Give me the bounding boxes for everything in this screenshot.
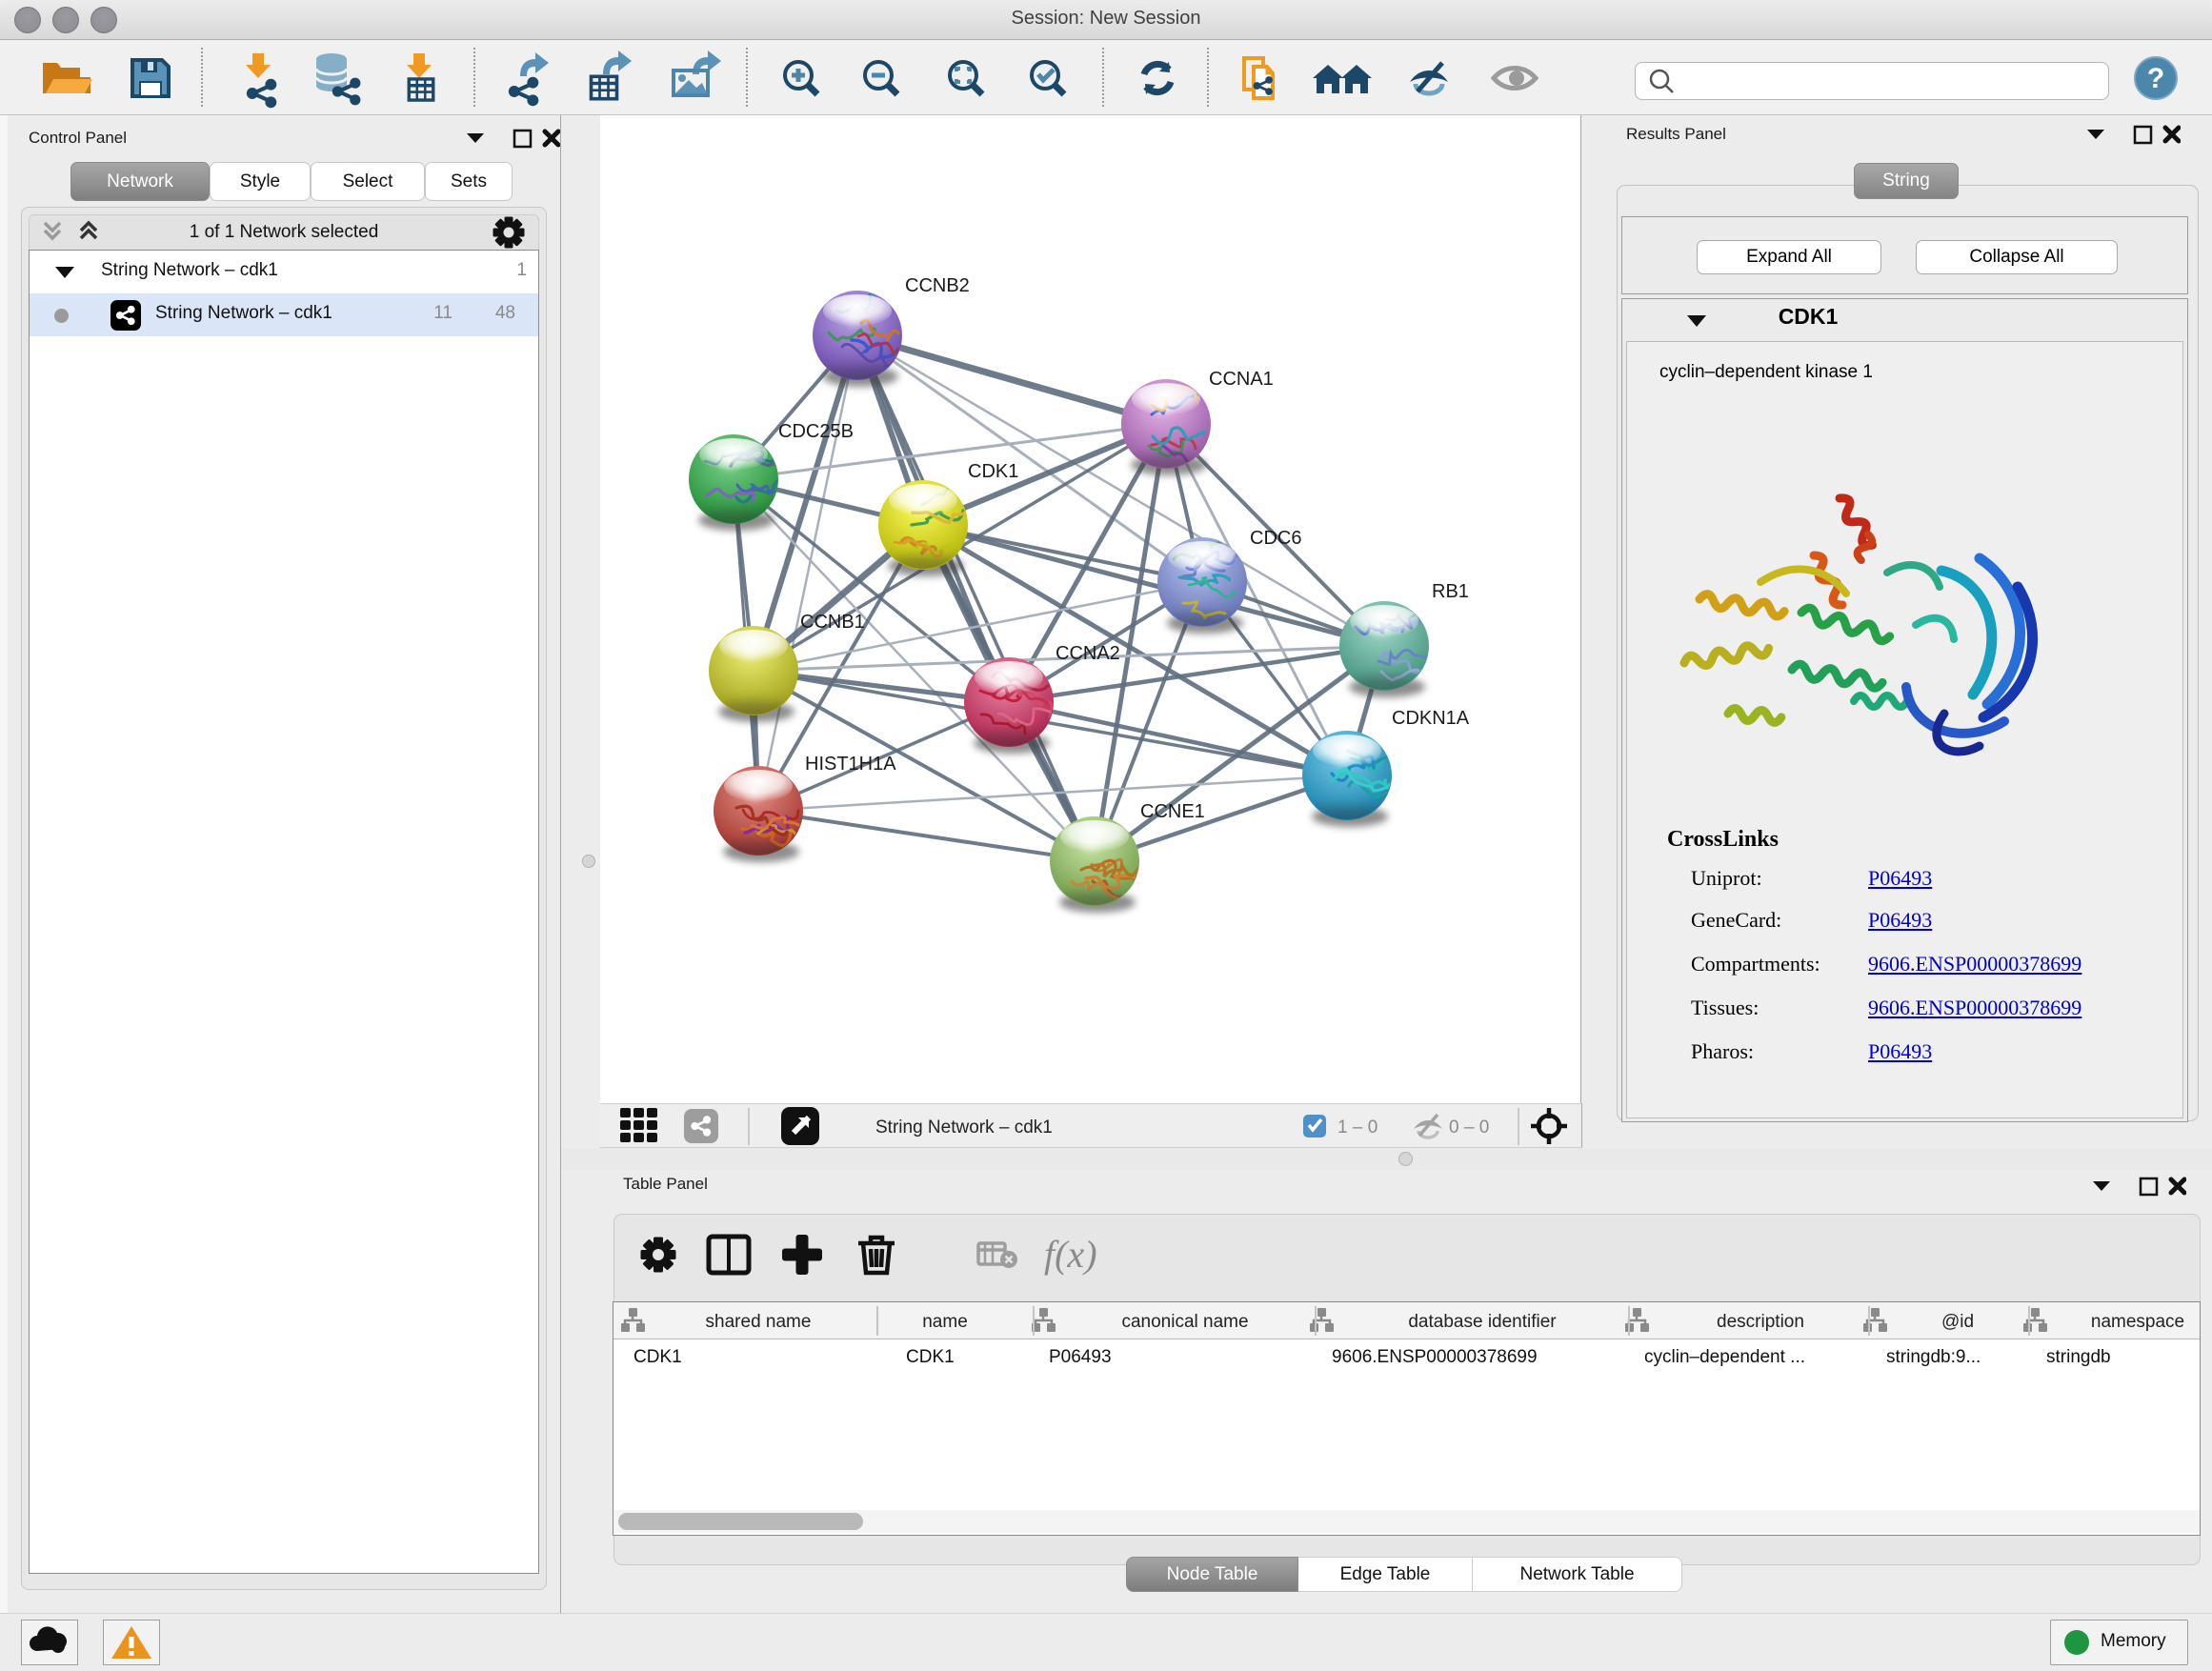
svg-text:CCNB2: CCNB2 (905, 275, 970, 296)
svg-text:name: name (922, 1312, 968, 1332)
svg-text:CDK1: CDK1 (968, 461, 1018, 482)
svg-text:f(x): f(x) (1044, 1233, 1097, 1276)
svg-text:canonical name: canonical name (1121, 1312, 1248, 1332)
svg-text:1 – 0: 1 – 0 (1337, 1117, 1377, 1137)
svg-text:?: ? (2147, 63, 2164, 94)
svg-text:0 – 0: 0 – 0 (1449, 1117, 1489, 1137)
svg-text:shared name: shared name (706, 1312, 812, 1332)
svg-text:RB1: RB1 (1432, 581, 1469, 602)
svg-text:description: description (1717, 1312, 1804, 1332)
svg-text:CCNA2: CCNA2 (1056, 643, 1120, 664)
svg-text:CDC25B: CDC25B (778, 421, 854, 442)
svg-text:CDC6: CDC6 (1250, 528, 1301, 549)
svg-text:CCNB1: CCNB1 (800, 612, 865, 633)
svg-text:String Network – cdk1: String Network – cdk1 (875, 1117, 1053, 1137)
svg-text:namespace: namespace (2091, 1312, 2184, 1332)
svg-text:CCNA1: CCNA1 (1209, 369, 1274, 390)
svg-text:CDKN1A: CDKN1A (1392, 708, 1470, 729)
svg-text:database identifier: database identifier (1408, 1312, 1557, 1332)
svg-text:@id: @id (1941, 1312, 1974, 1332)
svg-text:HIST1H1A: HIST1H1A (805, 754, 896, 775)
svg-text:CCNE1: CCNE1 (1140, 801, 1205, 822)
